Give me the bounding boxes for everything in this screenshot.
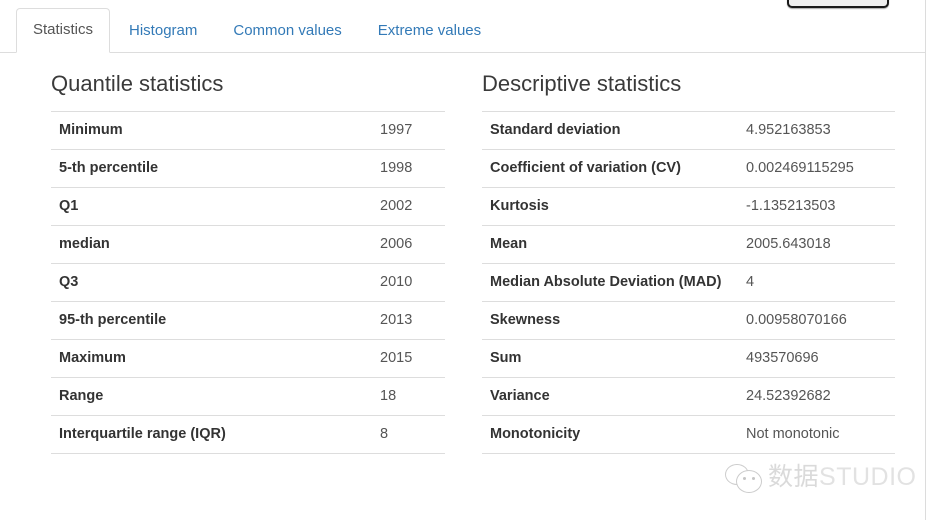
table-row: Kurtosis -1.135213503 (482, 188, 895, 226)
stat-label: Q1 (51, 188, 374, 226)
stat-label: median (51, 226, 374, 264)
quantile-statistics-title: Quantile statistics (51, 70, 445, 98)
table-row: Skewness 0.00958070166 (482, 302, 895, 340)
stat-label: Minimum (51, 112, 374, 150)
stat-label: Coefficient of variation (CV) (482, 150, 740, 188)
statistics-panel: Quantile statistics Minimum 1997 5-th pe… (0, 53, 925, 520)
stat-label: Interquartile range (IQR) (51, 416, 374, 454)
stat-label: Range (51, 378, 374, 416)
stat-label: Kurtosis (482, 188, 740, 226)
descriptive-statistics-section: Descriptive statistics Standard deviatio… (470, 53, 925, 520)
stat-value: 4 (740, 264, 895, 302)
table-row: Minimum 1997 (51, 112, 445, 150)
table-row: Median Absolute Deviation (MAD) 4 (482, 264, 895, 302)
stat-label: Q3 (51, 264, 374, 302)
tab-common-values[interactable]: Common values (216, 9, 358, 53)
table-row: Coefficient of variation (CV) 0.00246911… (482, 150, 895, 188)
stat-value: 2015 (374, 340, 445, 378)
table-row: Standard deviation 4.952163853 (482, 112, 895, 150)
descriptive-statistics-table: Standard deviation 4.952163853 Coefficie… (482, 111, 895, 454)
table-row: 5-th percentile 1998 (51, 150, 445, 188)
stat-value: 2006 (374, 226, 445, 264)
table-row: Q3 2010 (51, 264, 445, 302)
table-row: Range 18 (51, 378, 445, 416)
stat-value: 1998 (374, 150, 445, 188)
stat-label: Sum (482, 340, 740, 378)
stat-value: 2010 (374, 264, 445, 302)
tab-bar: Statistics Histogram Common values Extre… (0, 0, 925, 53)
stat-label: 5-th percentile (51, 150, 374, 188)
stat-value: 24.52392682 (740, 378, 895, 416)
stat-value: 0.00958070166 (740, 302, 895, 340)
tab-list: Statistics Histogram Common values Extre… (16, 8, 500, 53)
stat-value: Not monotonic (740, 416, 895, 454)
table-row: Mean 2005.643018 (482, 226, 895, 264)
table-row: Variance 24.52392682 (482, 378, 895, 416)
table-row: median 2006 (51, 226, 445, 264)
stat-value: 2013 (374, 302, 445, 340)
stat-value: -1.135213503 (740, 188, 895, 226)
table-row: Monotonicity Not monotonic (482, 416, 895, 454)
quantile-statistics-section: Quantile statistics Minimum 1997 5-th pe… (0, 53, 470, 520)
panel-divider (925, 0, 926, 520)
table-row: Interquartile range (IQR) 8 (51, 416, 445, 454)
tab-histogram[interactable]: Histogram (112, 9, 214, 53)
table-row: Sum 493570696 (482, 340, 895, 378)
stat-label: Mean (482, 226, 740, 264)
stat-value: 4.952163853 (740, 112, 895, 150)
stat-label: Skewness (482, 302, 740, 340)
stat-label: Median Absolute Deviation (MAD) (482, 264, 740, 302)
descriptive-statistics-title: Descriptive statistics (482, 70, 895, 98)
stat-label: Monotonicity (482, 416, 740, 454)
stat-label: Maximum (51, 340, 374, 378)
stat-label: Variance (482, 378, 740, 416)
stat-value: 18 (374, 378, 445, 416)
stat-value: 2002 (374, 188, 445, 226)
table-row: Q1 2002 (51, 188, 445, 226)
stat-value: 0.002469115295 (740, 150, 895, 188)
stat-label: Standard deviation (482, 112, 740, 150)
stat-value: 8 (374, 416, 445, 454)
table-row: 95-th percentile 2013 (51, 302, 445, 340)
stat-value: 1997 (374, 112, 445, 150)
table-row: Maximum 2015 (51, 340, 445, 378)
quantile-statistics-table: Minimum 1997 5-th percentile 1998 Q1 200… (51, 111, 445, 454)
tab-extreme-values[interactable]: Extreme values (361, 9, 498, 53)
stat-value: 2005.643018 (740, 226, 895, 264)
tab-statistics[interactable]: Statistics (16, 8, 110, 53)
stat-label: 95-th percentile (51, 302, 374, 340)
stat-value: 493570696 (740, 340, 895, 378)
